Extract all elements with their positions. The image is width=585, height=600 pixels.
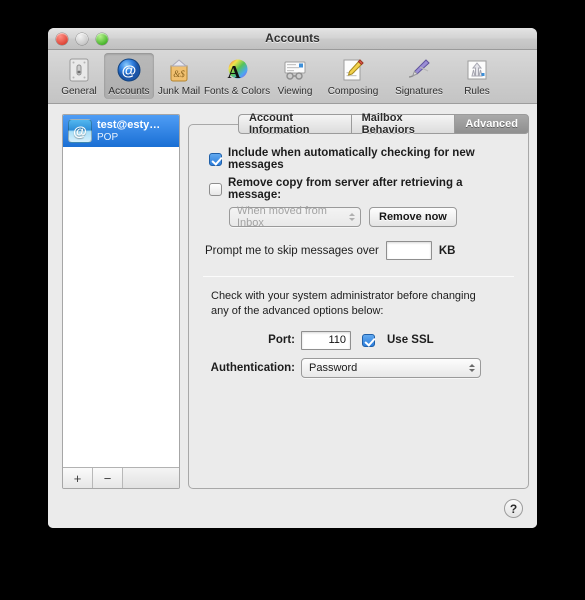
- prompt-skip-row: Prompt me to skip messages over KB: [205, 241, 514, 260]
- preferences-toolbar: General @ Accounts &$ Junk Mail A Fonts …: [48, 50, 537, 104]
- list-item[interactable]: @ test@esty… POP: [63, 115, 179, 147]
- remove-copy-checkbox-label: Remove copy from server after retrieving…: [228, 177, 463, 201]
- authentication-row: Authentication: Password: [203, 357, 514, 378]
- toolbar-item-junk-mail[interactable]: &$ Junk Mail: [154, 53, 204, 99]
- remove-now-button[interactable]: Remove now: [369, 207, 457, 227]
- rules-icon: [464, 56, 490, 84]
- authentication-popup[interactable]: Password: [301, 357, 481, 378]
- remove-account-button[interactable]: −: [93, 468, 123, 488]
- authentication-popup-value: Password: [309, 361, 358, 374]
- remove-when-popup[interactable]: When moved from Inbox: [229, 205, 361, 229]
- add-account-button[interactable]: +: [63, 468, 93, 488]
- preferences-body: @ test@esty… POP + − Account Information…: [48, 104, 537, 528]
- use-ssl-label: Use SSL: [387, 334, 434, 347]
- port-input[interactable]: 110: [301, 330, 351, 350]
- toolbar-item-composing[interactable]: Composing: [320, 53, 386, 99]
- at-sign-icon: @: [68, 119, 92, 143]
- toolbar-label-fonts-colors: Fonts & Colors: [203, 86, 271, 97]
- accounts-list[interactable]: @ test@esty… POP: [63, 115, 179, 467]
- admin-note: Check with your system administrator bef…: [211, 289, 514, 319]
- include-check-row[interactable]: Include when automatically checking for …: [209, 147, 514, 171]
- remove-when-popup-value: When moved from Inbox: [237, 205, 327, 229]
- toolbar-label-general: General: [61, 86, 97, 97]
- prompt-skip-input[interactable]: [385, 241, 432, 260]
- accounts-toolbar-filler: [123, 468, 179, 488]
- svg-text:@: @: [122, 63, 137, 80]
- toolbar-item-fonts-colors[interactable]: A Fonts & Colors: [204, 53, 270, 99]
- tab-advanced[interactable]: Advanced: [454, 114, 529, 134]
- stepper-arrows-icon: [469, 363, 475, 372]
- accounts-list-toolbar: + −: [63, 467, 179, 488]
- account-type: POP: [97, 131, 119, 143]
- general-icon: [66, 56, 92, 84]
- junk-mail-icon: &$: [166, 56, 192, 84]
- port-row: Port: 110 Use SSL: [203, 330, 514, 350]
- accounts-list-panel: @ test@esty… POP + −: [62, 114, 180, 489]
- signatures-icon: [406, 56, 432, 84]
- include-checkbox[interactable]: [209, 152, 222, 166]
- toolbar-item-rules[interactable]: Rules: [452, 53, 502, 99]
- help-button[interactable]: ?: [504, 499, 523, 518]
- account-tabview: Account Information Mailbox Behaviors Ad…: [188, 112, 529, 489]
- account-name: test@esty…: [97, 119, 161, 132]
- prompt-skip-label: Prompt me to skip messages over: [205, 244, 379, 257]
- admin-note-line2: any of the advanced options below:: [211, 304, 384, 317]
- composing-icon: [340, 56, 366, 84]
- authentication-label: Authentication:: [210, 361, 295, 374]
- window-titlebar[interactable]: Accounts: [48, 28, 537, 50]
- toolbar-label-accounts: Accounts: [108, 86, 150, 97]
- advanced-tab-pane: Include when automatically checking for …: [188, 124, 529, 489]
- toolbar-label-signatures: Signatures: [395, 86, 443, 97]
- remove-copy-check-row[interactable]: Remove copy from server after retrieving…: [209, 177, 514, 201]
- prompt-skip-unit: KB: [438, 244, 456, 257]
- section-divider: [203, 276, 514, 277]
- tab-account-information[interactable]: Account Information: [238, 112, 351, 136]
- toolbar-label-composing: Composing: [327, 86, 379, 97]
- fonts-colors-icon: A: [224, 56, 250, 84]
- toolbar-item-general[interactable]: General: [54, 53, 104, 99]
- port-label: Port:: [268, 334, 295, 347]
- toolbar-item-viewing[interactable]: Viewing: [270, 53, 320, 99]
- include-checkbox-label: Include when automatically checking for …: [228, 147, 475, 171]
- accounts-preferences-window: Accounts General @ Accounts &$ Junk Mail…: [48, 28, 537, 528]
- toolbar-label-junk-mail: Junk Mail: [157, 86, 201, 97]
- toolbar-label-rules: Rules: [464, 86, 490, 97]
- tab-strip: Account Information Mailbox Behaviors Ad…: [238, 112, 529, 136]
- viewing-icon: [282, 56, 308, 84]
- tab-mailbox-behaviors[interactable]: Mailbox Behaviors: [350, 112, 455, 136]
- toolbar-item-accounts[interactable]: @ Accounts: [104, 53, 154, 99]
- account-text: test@esty… POP: [97, 119, 160, 142]
- remove-copy-checkbox[interactable]: [209, 182, 222, 196]
- stepper-arrows-icon: [349, 213, 355, 221]
- admin-note-line1: Check with your system administrator bef…: [211, 290, 476, 302]
- accounts-icon: @: [116, 56, 142, 84]
- use-ssl-checkbox[interactable]: [362, 333, 375, 347]
- window-title: Accounts: [265, 31, 320, 45]
- remove-copy-options-row: When moved from Inbox Remove now: [229, 205, 514, 229]
- toolbar-item-signatures[interactable]: Signatures: [386, 53, 452, 99]
- svg-text:A: A: [228, 62, 241, 82]
- svg-text:&$: &$: [173, 69, 185, 79]
- toolbar-label-viewing: Viewing: [277, 86, 313, 97]
